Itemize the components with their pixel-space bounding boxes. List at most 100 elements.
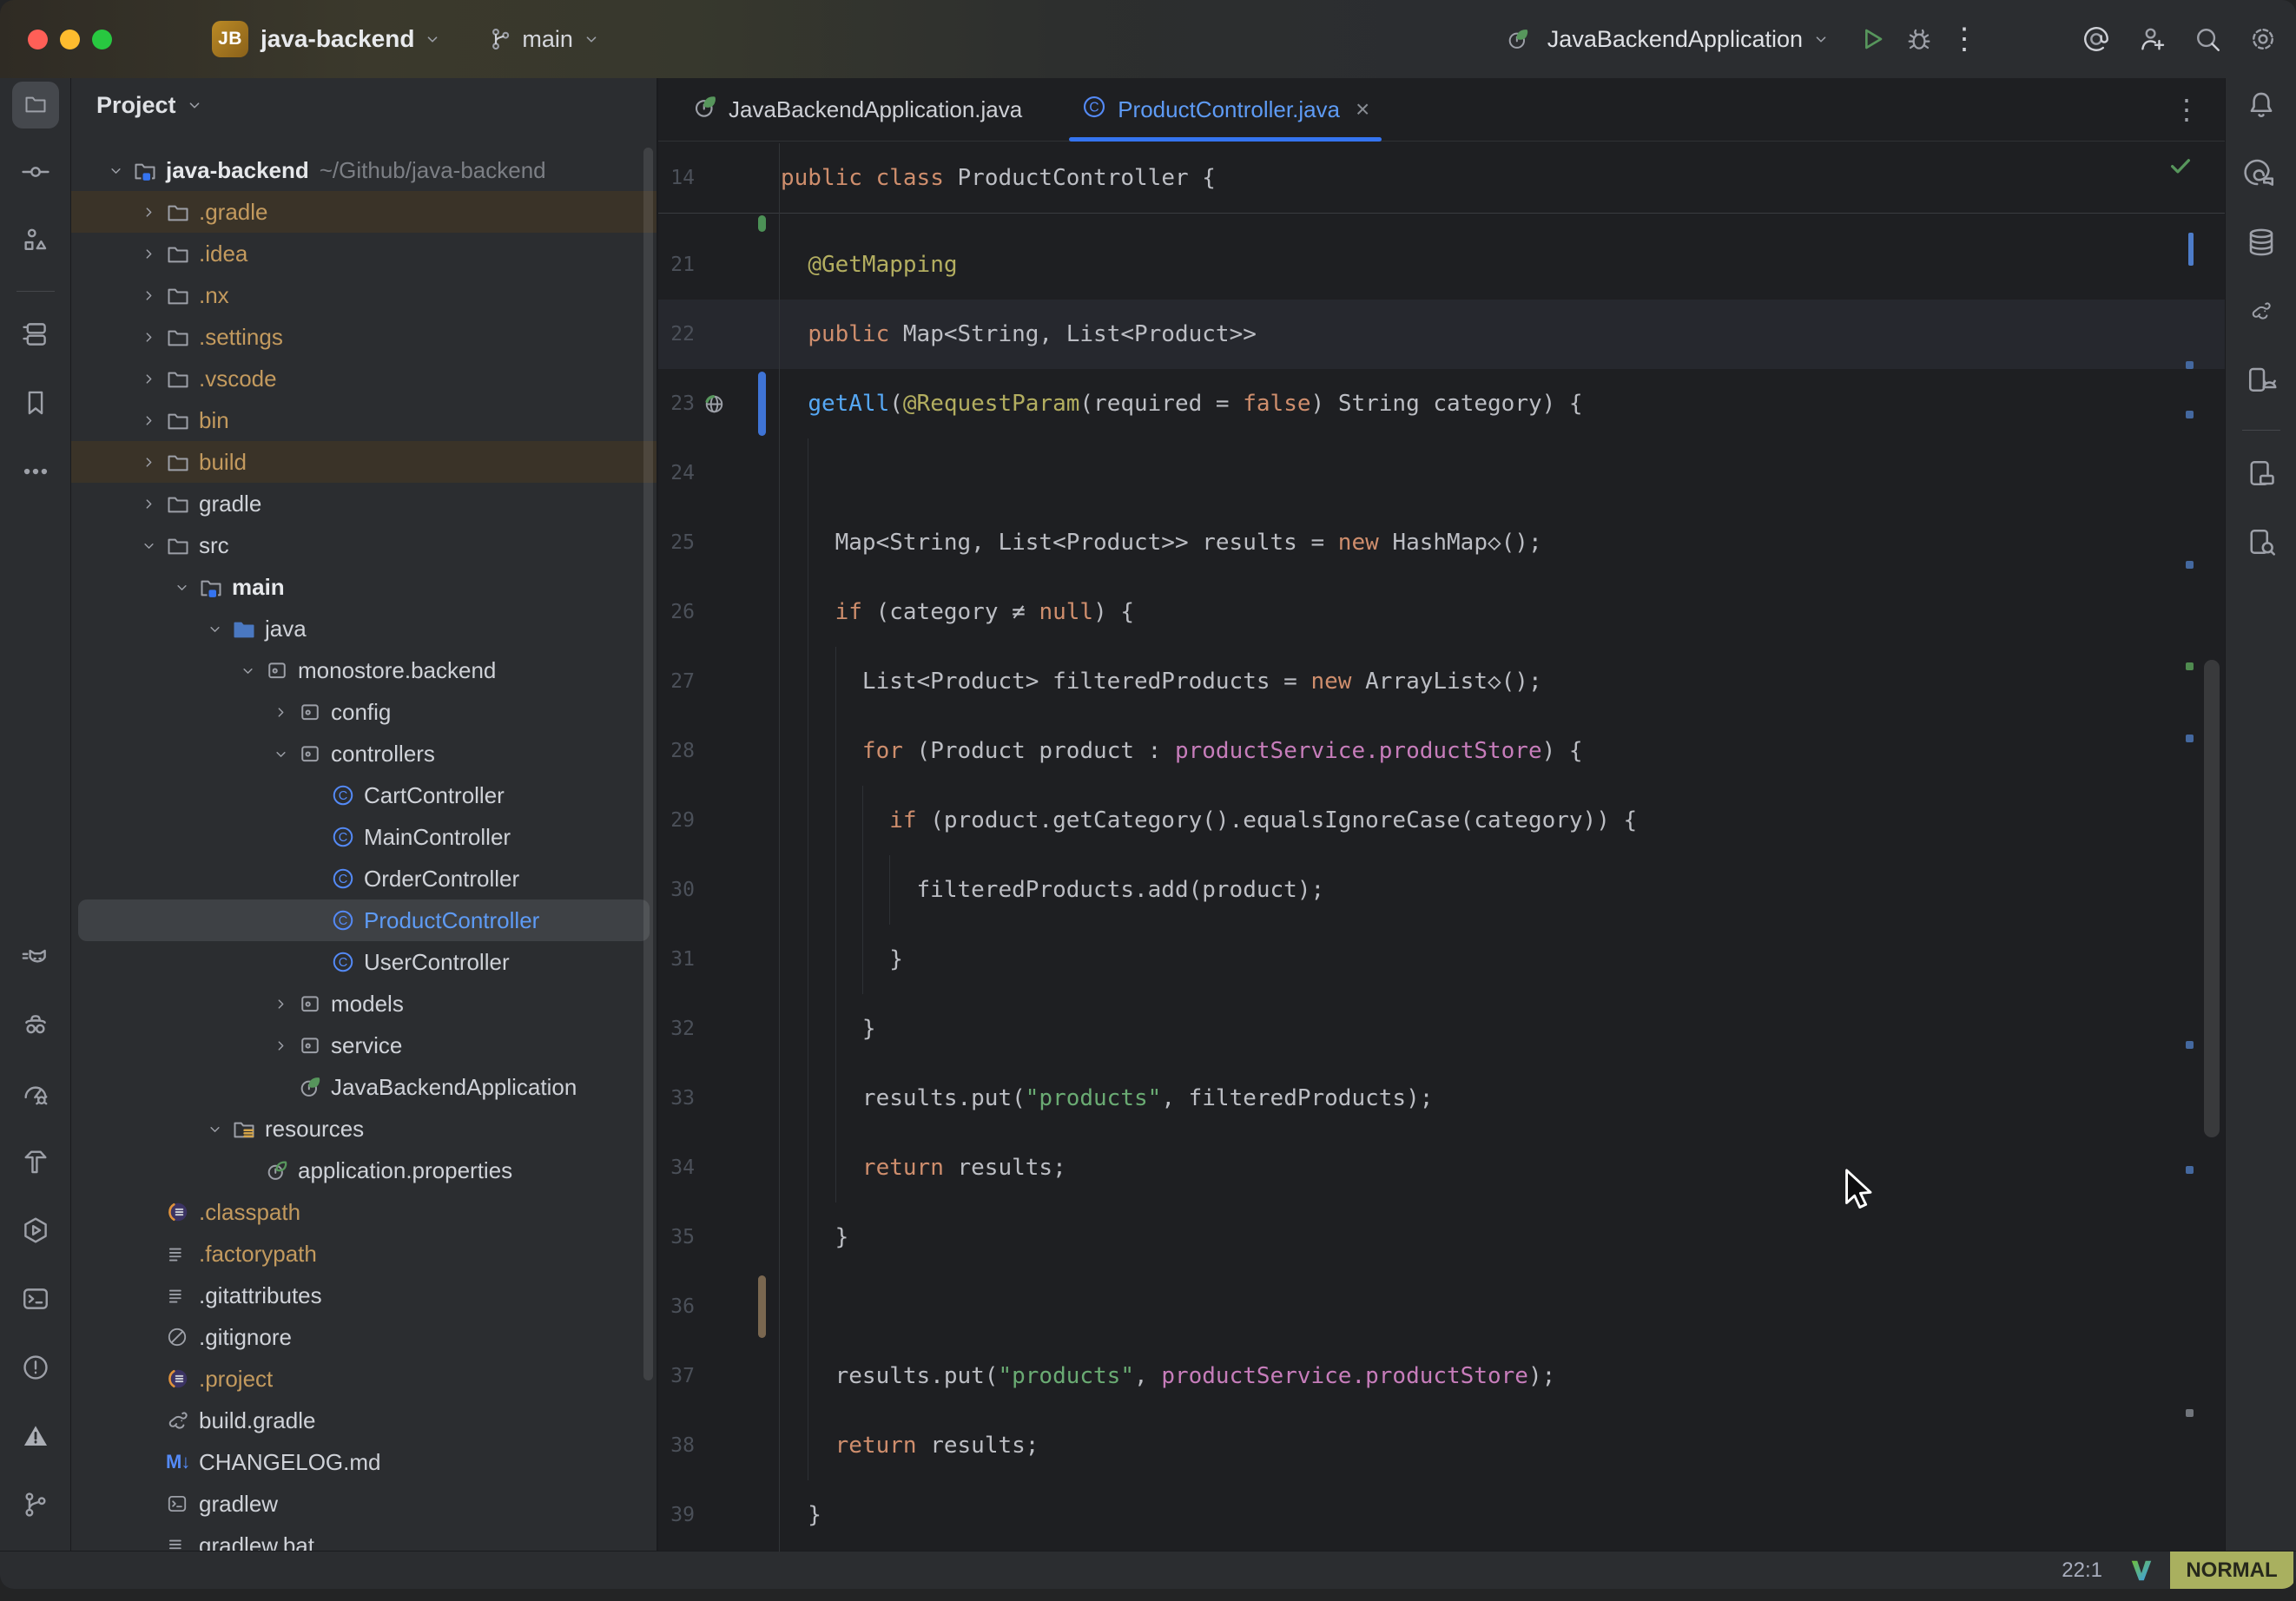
ai-assistant-button[interactable] [2238,152,2285,199]
chevron-collapsed-icon[interactable] [140,328,166,346]
bookmarks-tool-button[interactable] [12,381,59,428]
tree-item--classpath[interactable]: .classpath [71,1191,656,1233]
chevron-expanded-icon[interactable] [239,662,265,680]
device-explorer-button[interactable] [2238,520,2285,567]
tree-item-src[interactable]: src [71,524,656,566]
branch-switcher[interactable]: main [522,26,573,53]
tree-item--project[interactable]: .project [71,1358,656,1400]
settings-button[interactable] [2244,20,2282,58]
tree-item-productcontroller[interactable]: CProductController [78,899,650,941]
editor-tab-javabackendapplication-java[interactable]: JavaBackendApplication.java [680,78,1034,141]
editor-scrollbar[interactable] [2204,660,2220,1137]
tree-item-cartcontroller[interactable]: CCartController [71,774,656,816]
commit-tool-button[interactable] [12,150,59,197]
tree-item-resources[interactable]: resources [71,1108,656,1150]
database-button[interactable] [2238,221,2285,267]
services-tool-button[interactable] [12,1209,59,1255]
error-stripe-mark[interactable] [2186,361,2194,369]
tree-item-javabackendapplication[interactable]: JavaBackendApplication [71,1066,656,1108]
tree-item-changelog-md[interactable]: M↓CHANGELOG.md [71,1441,656,1483]
notifications-button[interactable] [2238,83,2285,130]
tree-item-main[interactable]: main [71,566,656,608]
chevron-expanded-icon[interactable] [206,620,232,638]
chevron-expanded-icon[interactable] [107,161,133,180]
more-tool-windows-button[interactable] [12,450,59,497]
tree-item-config[interactable]: config [71,691,656,733]
project-switcher[interactable]: java-backend [261,25,414,53]
rest-endpoint-globe-icon[interactable] [695,392,733,416]
chevron-collapsed-icon[interactable] [140,495,166,513]
project-tool-button[interactable] [12,82,59,128]
tree-item-java-backend[interactable]: java-backend~/Github/java-backend [71,149,656,191]
tree-item--nx[interactable]: .nx [71,274,656,316]
terminal-tool-button[interactable] [12,1277,59,1324]
tree-item-ordercontroller[interactable]: COrderController [71,858,656,899]
chevron-collapsed-icon[interactable] [140,245,166,263]
debug-button[interactable] [1900,20,1938,58]
structure-tool-button[interactable] [12,219,59,266]
chevron-collapsed-icon[interactable] [140,453,166,471]
chevron-expanded-icon[interactable] [206,1120,232,1138]
chevron-collapsed-icon[interactable] [140,203,166,221]
code-with-me-button[interactable] [2133,20,2171,58]
more-actions-button[interactable]: ⋮ [1949,22,1980,56]
gradle-button[interactable] [2238,289,2285,336]
tree-item-usercontroller[interactable]: CUserController [71,941,656,983]
tree-item-maincontroller[interactable]: CMainController [71,816,656,858]
device-manager-button[interactable] [2238,358,2285,405]
chevron-collapsed-icon[interactable] [140,370,166,388]
close-tab-icon[interactable]: × [1356,96,1369,123]
warnings-tool-button[interactable] [12,1414,59,1461]
minimize-window-button[interactable] [60,30,80,49]
chevron-expanded-icon[interactable] [140,537,166,555]
chevron-collapsed-icon[interactable] [272,1037,298,1055]
layout-inspector-button[interactable] [2238,451,2285,498]
chevron-expanded-icon[interactable] [173,578,199,596]
tree-item-java[interactable]: java [71,608,656,649]
tree-item-application-properties[interactable]: application.properties [71,1150,656,1191]
tree-item-build[interactable]: build [71,441,656,483]
tree-item--settings[interactable]: .settings [71,316,656,358]
error-stripe-mark[interactable] [2186,662,2194,670]
profiler-tool-button[interactable] [12,1071,59,1118]
git-tool-button[interactable] [12,1483,59,1530]
change-marker-add[interactable] [758,215,766,232]
tree-item--vscode[interactable]: .vscode [71,358,656,399]
error-stripe-mark[interactable] [2188,233,2194,266]
tree-item--gradle[interactable]: .gradle [71,191,656,233]
ai-mentions-button[interactable] [2077,20,2115,58]
tree-item-monostore-backend[interactable]: monostore.backend [71,649,656,691]
run-button[interactable] [1853,20,1891,58]
tree-item--idea[interactable]: .idea [71,233,656,274]
chevron-expanded-icon[interactable] [272,745,298,763]
tree-item-build-gradle[interactable]: build.gradle [71,1400,656,1441]
change-marker-ws[interactable] [758,1275,766,1338]
tree-item-bin[interactable]: bin [71,399,656,441]
error-stripe-mark[interactable] [2186,735,2194,742]
project-view-selector[interactable]: Project [96,92,176,119]
tree-item--gitignore[interactable]: .gitignore [71,1316,656,1358]
incognito-tool-button[interactable] [12,1003,59,1050]
zoom-window-button[interactable] [92,30,112,49]
inspections-ok-icon[interactable] [2167,153,2194,183]
tree-item-models[interactable]: models [71,983,656,1025]
cat-plugin-tool-button[interactable] [12,934,59,981]
tree-item--factorypath[interactable]: .factorypath [71,1233,656,1275]
panels-tool-button[interactable] [12,313,59,359]
tree-item-gradlew[interactable]: gradlew [71,1483,656,1525]
problems-tool-button[interactable] [12,1346,59,1393]
build-tool-button[interactable] [12,1140,59,1187]
tree-item-controllers[interactable]: controllers [71,733,656,774]
change-marker-mod[interactable] [758,372,766,436]
error-stripe-mark[interactable] [2186,1041,2194,1049]
error-stripe-mark[interactable] [2186,1409,2194,1417]
chevron-collapsed-icon[interactable] [272,703,298,721]
project-tree-scrollbar[interactable] [643,148,653,1380]
close-window-button[interactable] [28,30,48,49]
chevron-collapsed-icon[interactable] [272,995,298,1013]
tab-options-button[interactable]: ⋮ [2173,93,2200,126]
error-stripe-mark[interactable] [2186,561,2194,569]
editor-tab-productcontroller-java[interactable]: CProductController.java× [1069,78,1382,141]
run-configuration-selector[interactable]: JavaBackendApplication [1547,26,1803,53]
tree-item-service[interactable]: service [71,1025,656,1066]
